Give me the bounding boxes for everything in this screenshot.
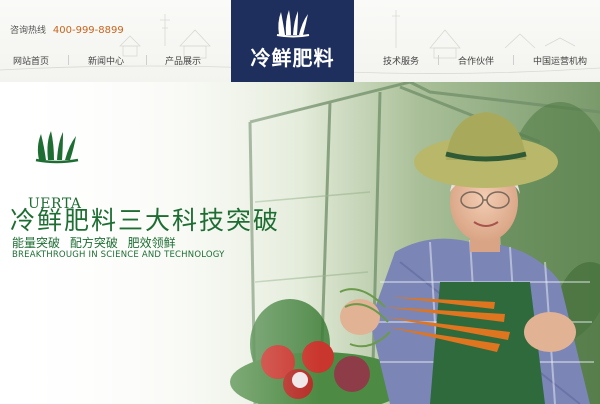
hotline-number[interactable]: 400-999-8899 xyxy=(53,25,124,36)
nav-item-china-operations[interactable]: 中国运营机构 xyxy=(533,54,587,67)
logo-text: 冷鲜肥料 xyxy=(250,46,335,70)
hero-banner[interactable]: UERTA 冷鲜肥料三大科技突破 能量突破 配方突破 肥效领鲜 BREAKTHR… xyxy=(0,82,600,404)
site-logo[interactable]: 冷鲜肥料 xyxy=(231,0,354,82)
banner-subline: 能量突破 配方突破 肥效领鲜 xyxy=(12,236,176,250)
nav-divider xyxy=(68,55,69,65)
nav-item-products[interactable]: 产品展示 xyxy=(165,54,201,67)
page: 咨询热线 400-999-8899 网站首页 新闻中心 产品展示 冷鲜肥料 技术… xyxy=(0,0,600,404)
banner-headline: 冷鲜肥料三大科技突破 xyxy=(10,206,281,235)
nav-divider xyxy=(146,55,147,65)
banner-english-tagline: BREAKTHROUGH IN SCIENCE AND TECHNOLOGY xyxy=(12,250,225,260)
hotline: 咨询热线 400-999-8899 xyxy=(10,23,124,36)
hotline-label: 咨询热线 xyxy=(10,26,47,36)
nav-divider xyxy=(513,55,514,65)
uerta-logo-icon xyxy=(35,131,79,164)
site-header: 咨询热线 400-999-8899 网站首页 新闻中心 产品展示 冷鲜肥料 技术… xyxy=(0,0,600,82)
nav-item-partners[interactable]: 合作伙伴 xyxy=(458,54,494,67)
brand-logo-icon xyxy=(276,10,310,38)
nav-divider xyxy=(438,55,439,65)
nav-item-home[interactable]: 网站首页 xyxy=(13,54,49,67)
nav-item-news[interactable]: 新闻中心 xyxy=(88,54,124,67)
nav-item-tech-service[interactable]: 技术服务 xyxy=(383,54,419,67)
